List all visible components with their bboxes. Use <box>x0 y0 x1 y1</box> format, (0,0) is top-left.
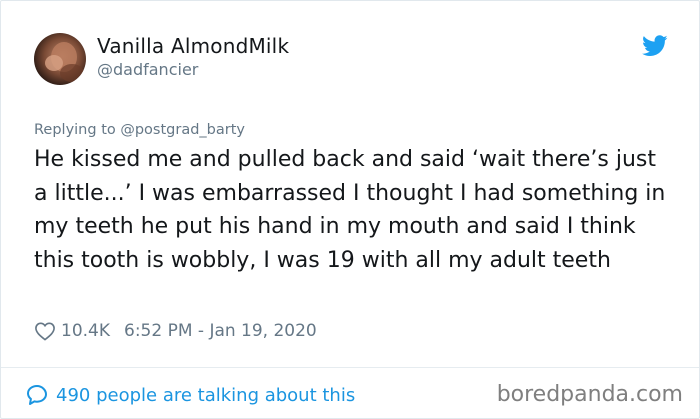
twitter-bird-icon[interactable] <box>642 35 668 57</box>
conversation-link[interactable]: 490 people are talking about this <box>25 383 355 407</box>
watermark: boredpanda.com <box>496 382 683 407</box>
tweet-meta: 10.4K 6:52 PM - Jan 19, 2020 <box>34 319 317 343</box>
like-count[interactable]: 10.4K <box>61 321 110 341</box>
avatar[interactable] <box>34 33 86 85</box>
tweet-timestamp[interactable]: 6:52 PM - Jan 19, 2020 <box>124 321 317 341</box>
speech-bubble-icon <box>27 385 47 405</box>
heart-icon[interactable] <box>34 321 56 341</box>
conversation-label: 490 people are talking about this <box>56 384 356 406</box>
tweet-card: Vanilla AlmondMilk @dadfancier Replying … <box>0 0 700 419</box>
divider <box>1 367 699 368</box>
tweet-text: He kissed me and pulled back and said ‘w… <box>34 147 673 273</box>
replying-to-label[interactable]: Replying to @postgrad_barty <box>34 122 245 138</box>
author-display-name[interactable]: Vanilla AlmondMilk <box>97 34 289 58</box>
author-handle[interactable]: @dadfancier <box>97 60 198 79</box>
